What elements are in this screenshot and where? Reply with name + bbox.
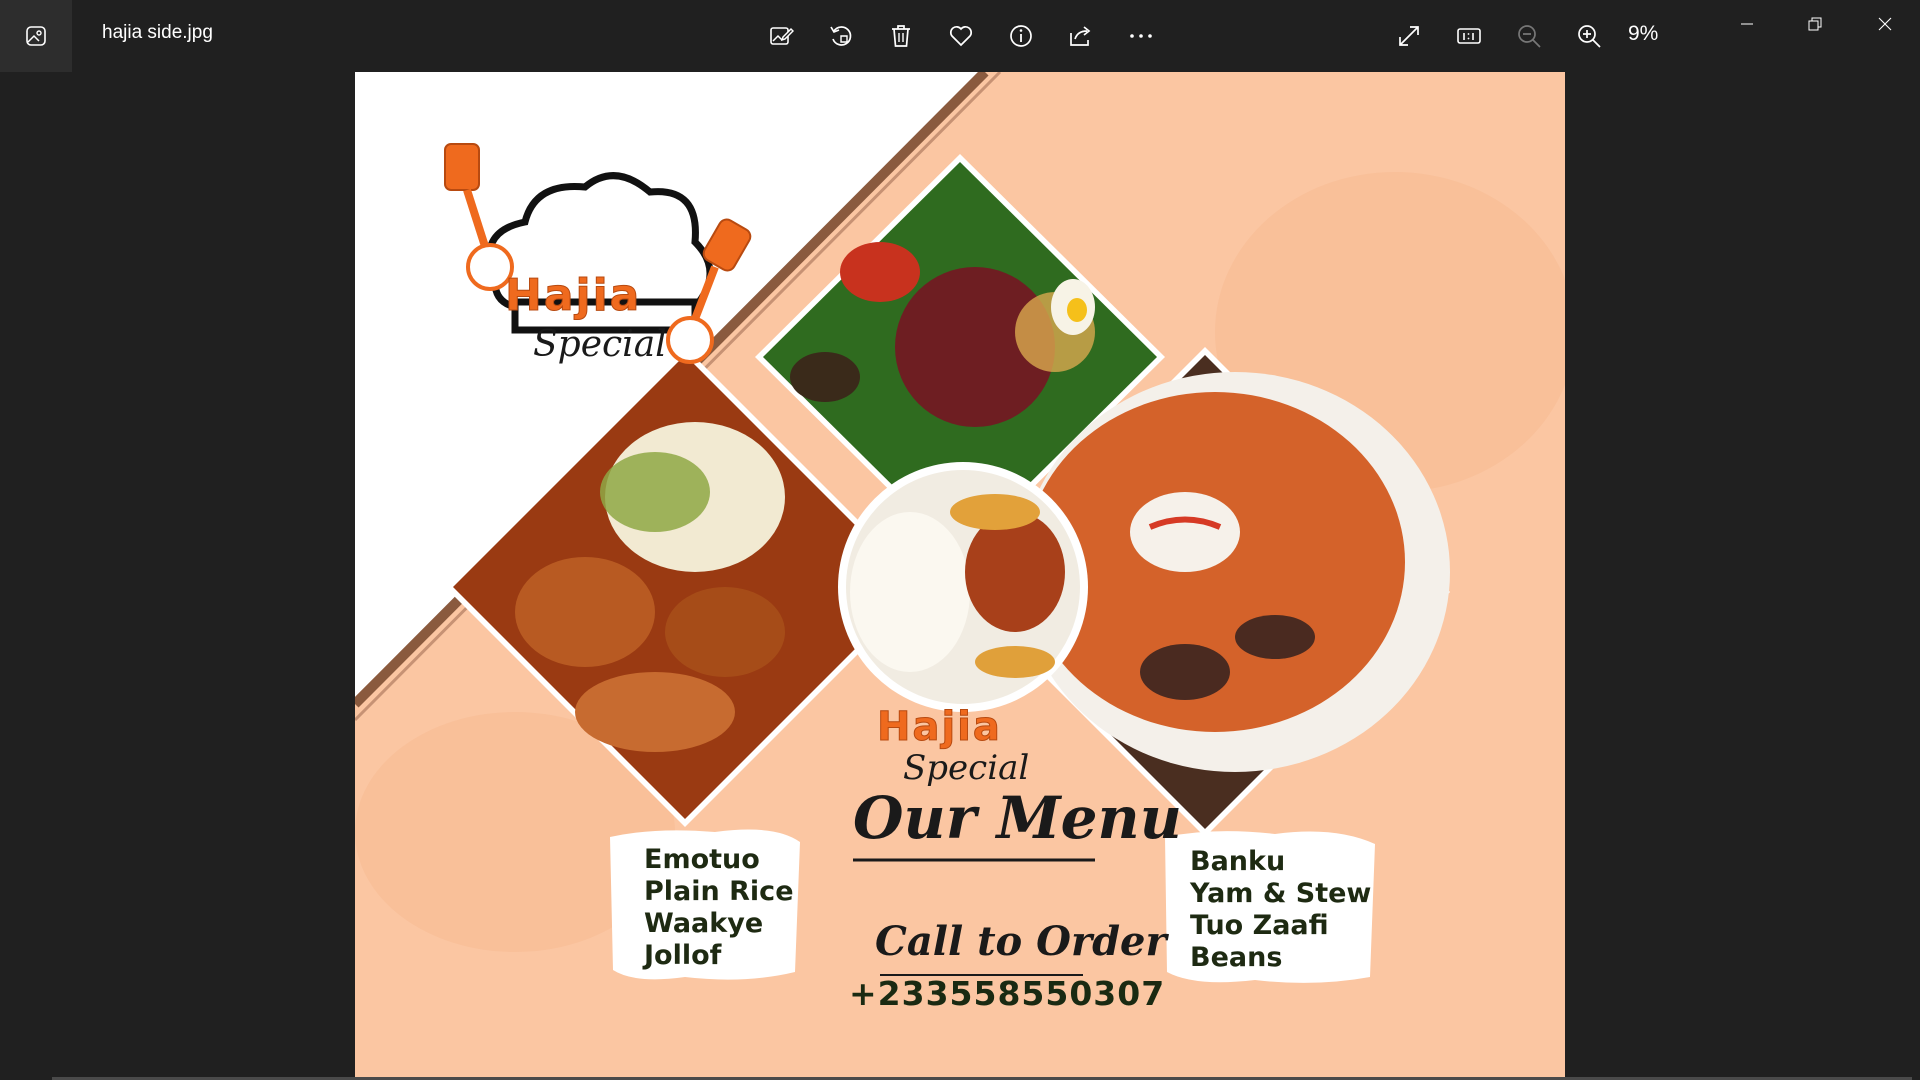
actual-size-icon — [1457, 28, 1481, 44]
menu-item: Emotuo — [644, 844, 760, 875]
more-button[interactable] — [1121, 16, 1161, 56]
minimize-button[interactable] — [1713, 0, 1781, 48]
delete-button[interactable] — [881, 16, 921, 56]
menu-item: Jollof — [644, 940, 722, 971]
info-button[interactable] — [1001, 16, 1041, 56]
menu-item: Beans — [1190, 942, 1283, 973]
menu-heading: Our Menu — [853, 784, 1182, 852]
delete-icon — [892, 25, 910, 47]
favorite-icon — [949, 25, 973, 47]
rotate-icon — [830, 26, 852, 46]
actual-size-button[interactable] — [1449, 16, 1489, 56]
center-brand-script: Special — [903, 748, 1030, 788]
menu-list-left: Emotuo Plain Rice Waakye Jollof — [644, 844, 794, 972]
photos-icon — [26, 26, 46, 46]
restore-button[interactable] — [1781, 0, 1849, 48]
menu-item: Tuo Zaafi — [1190, 910, 1329, 941]
zoom-in-icon — [1578, 25, 1601, 48]
brand-script: Special — [533, 324, 667, 365]
menu-list-right: Banku Yam & Stew Tuo Zaafi Beans — [1190, 846, 1371, 974]
zoom-level[interactable]: 9% — [1628, 22, 1658, 46]
phone-number: +233558550307 — [849, 974, 1166, 1013]
share-icon — [1070, 26, 1091, 46]
title-bar: hajia side.jpg 9% — [0, 0, 1920, 72]
edit-image-icon — [770, 27, 794, 45]
fullscreen-button[interactable] — [1389, 16, 1429, 56]
menu-item: Waakye — [644, 908, 764, 939]
rotate-button[interactable] — [821, 16, 861, 56]
menu-item: Yam & Stew — [1190, 878, 1372, 909]
brand-name: Hajia — [504, 270, 642, 322]
info-icon — [1010, 25, 1032, 47]
food-photo-rice-stew — [838, 462, 1088, 712]
menu-item: Banku — [1190, 846, 1286, 877]
image-canvas[interactable]: Hajia Special Hajia Special Our Menu Emo… — [355, 72, 1565, 1078]
minimize-icon — [1741, 23, 1753, 25]
close-button[interactable] — [1851, 0, 1919, 48]
photos-app-icon[interactable] — [0, 0, 72, 72]
zoom-in-button[interactable] — [1569, 16, 1609, 56]
restore-icon — [1808, 17, 1822, 31]
more-icon — [1130, 34, 1152, 38]
favorite-button[interactable] — [941, 16, 981, 56]
center-brand-name: Hajia — [877, 704, 1002, 751]
share-button[interactable] — [1061, 16, 1101, 56]
menu-item: Plain Rice — [644, 876, 794, 907]
file-name: hajia side.jpg — [102, 22, 213, 43]
fullscreen-icon — [1399, 26, 1419, 46]
edit-image-button[interactable] — [761, 16, 801, 56]
close-icon — [1878, 17, 1892, 31]
zoom-out-icon — [1518, 25, 1541, 48]
call-to-order-label: Call to Order — [875, 918, 1167, 965]
zoom-out-button[interactable] — [1509, 16, 1549, 56]
